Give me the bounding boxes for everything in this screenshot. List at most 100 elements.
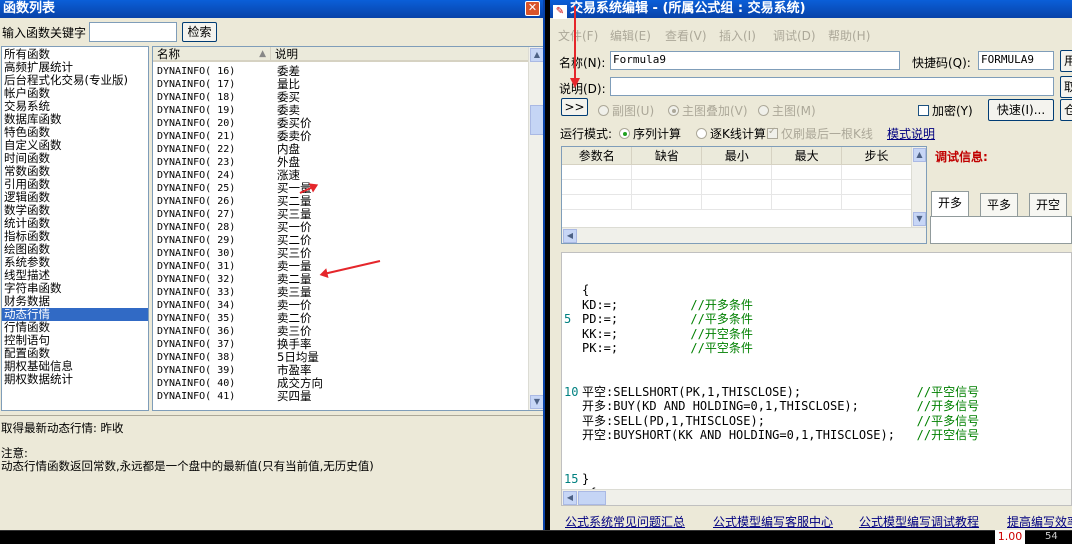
function-row[interactable]: DYNAINFO( 35) 卖二价 bbox=[153, 312, 528, 325]
order-tab[interactable]: 平多 bbox=[980, 193, 1019, 217]
menu-item[interactable]: 调试(D) bbox=[773, 27, 816, 44]
function-row[interactable]: DYNAINFO( 36) 卖三价 bbox=[153, 325, 528, 338]
code-editor[interactable]: {KD:=; //开多条件 5 PD:=; //平多条件 KK:=; //开空条件 PK… bbox=[561, 252, 1072, 506]
encrypt-option[interactable]: 加密(Y) bbox=[918, 102, 973, 119]
function-row[interactable]: DYNAINFO( 34) 卖一价 bbox=[153, 299, 528, 312]
line-number: 15 bbox=[564, 471, 579, 486]
function-row[interactable]: DYNAINFO( 41) 买四量 bbox=[153, 390, 528, 403]
parameter-column-header[interactable]: 缺省 bbox=[631, 147, 703, 165]
side-button-1[interactable]: 用 bbox=[1060, 50, 1072, 72]
function-row[interactable]: DYNAINFO( 17) 量比 bbox=[153, 78, 528, 91]
function-row[interactable]: DYNAINFO( 23) 外盘 bbox=[153, 156, 528, 169]
shortcut-input[interactable]: FORMULA9 bbox=[978, 51, 1054, 70]
seq-calc-radio bbox=[619, 128, 630, 139]
function-row[interactable]: DYNAINFO( 32) 卖二量 bbox=[153, 273, 528, 286]
help-link[interactable]: 公式模型编写调试教程 bbox=[859, 513, 979, 530]
side-button-2[interactable]: 取 bbox=[1060, 76, 1072, 98]
function-row[interactable]: DYNAINFO( 16) 委差 bbox=[153, 65, 528, 78]
scroll-thumb[interactable] bbox=[578, 491, 606, 505]
column-header-name[interactable]: 名称 ▲ bbox=[153, 47, 271, 62]
main-overlay-option[interactable]: 主图叠加(V) bbox=[668, 102, 748, 119]
parameter-table[interactable]: 参数名 缺省 最小 最大 步长 ▲ ▼ ◀ bbox=[561, 146, 927, 244]
menu-item[interactable]: 插入(I) bbox=[719, 27, 756, 44]
expand-button[interactable]: >> bbox=[561, 98, 588, 116]
function-row[interactable]: DYNAINFO( 19) 委卖 bbox=[153, 104, 528, 117]
function-rows: DYNAINFO( 16) 委差 DYNAINFO( 17) 量比 DYNAINFO( … bbox=[153, 65, 528, 410]
name-input[interactable]: Formula9 bbox=[610, 51, 900, 70]
bottom-value-2: 54 bbox=[1045, 531, 1058, 542]
function-row[interactable]: DYNAINFO( 30) 买三价 bbox=[153, 247, 528, 260]
function-row[interactable]: DYNAINFO( 27) 买三量 bbox=[153, 208, 528, 221]
scroll-up-icon[interactable]: ▲ bbox=[530, 48, 543, 62]
function-code: DYNAINFO( 38) bbox=[157, 352, 236, 363]
help-link[interactable]: 公式系统常见问题汇总 bbox=[565, 513, 685, 530]
parameter-scrollbar[interactable]: ▲ ▼ bbox=[911, 147, 926, 227]
code-line: 平多:SELL(PD,1,THISCLOSE); //平多信号 bbox=[582, 414, 979, 429]
function-code: DYNAINFO( 32) bbox=[157, 274, 236, 285]
function-table[interactable]: 名称 ▲ 说明 DYNAINFO( 16) 委差 DYNAINFO( 17) 量比 DYN… bbox=[152, 46, 543, 411]
function-row[interactable]: DYNAINFO( 28) 买一价 bbox=[153, 221, 528, 234]
menu-item[interactable]: 编辑(E) bbox=[610, 27, 651, 44]
search-input[interactable] bbox=[89, 22, 177, 42]
seq-calc-option[interactable]: 序列计算 bbox=[619, 125, 681, 142]
function-row[interactable]: DYNAINFO( 29) 买二价 bbox=[153, 234, 528, 247]
scroll-thumb[interactable] bbox=[530, 105, 543, 135]
function-list-titlebar[interactable]: 函数列表 ✕ bbox=[0, 0, 543, 18]
quick-button[interactable]: 快速(I)... bbox=[988, 99, 1054, 121]
last-bar-label: 仅刷最后一根K线 bbox=[781, 127, 873, 141]
help-link[interactable]: 提高编写效率 bbox=[1007, 513, 1072, 530]
function-code: DYNAINFO( 31) bbox=[157, 261, 236, 272]
bar-calc-option[interactable]: 逐K线计算 bbox=[696, 125, 766, 142]
scroll-left-icon[interactable]: ◀ bbox=[563, 229, 577, 243]
scroll-left-icon[interactable]: ◀ bbox=[563, 491, 577, 505]
function-desc: 买四量 bbox=[277, 389, 312, 403]
menu-item[interactable]: 帮助(H) bbox=[828, 27, 870, 44]
column-header-desc[interactable]: 说明 bbox=[271, 47, 530, 62]
scroll-down-icon[interactable]: ▼ bbox=[530, 395, 543, 409]
code-hscrollbar[interactable]: ◀ bbox=[562, 489, 1071, 505]
side-button-3[interactable]: 仓 bbox=[1060, 99, 1072, 121]
close-icon[interactable]: ✕ bbox=[525, 1, 540, 16]
parameter-hscrollbar[interactable]: ◀ bbox=[562, 227, 926, 243]
parameter-column-header[interactable]: 最大 bbox=[771, 147, 843, 165]
function-row[interactable]: DYNAINFO( 21) 委卖价 bbox=[153, 130, 528, 143]
function-row[interactable]: DYNAINFO( 26) 买二量 bbox=[153, 195, 528, 208]
sub-chart-option[interactable]: 副图(U) bbox=[598, 102, 654, 119]
parameter-column-header[interactable]: 最小 bbox=[701, 147, 773, 165]
function-row[interactable]: DYNAINFO( 40) 成交方向 bbox=[153, 377, 528, 390]
search-button[interactable]: 检索 bbox=[182, 22, 217, 42]
code-text: 平多:SELL(PD,1,THISCLOSE); bbox=[582, 413, 917, 428]
function-row[interactable]: DYNAINFO( 33) 卖三量 bbox=[153, 286, 528, 299]
mode-help-link[interactable]: 模式说明 bbox=[887, 125, 935, 142]
scroll-down-icon[interactable]: ▼ bbox=[913, 212, 926, 226]
editor-titlebar[interactable]: ✎ 交易系统编辑 - (所属公式组 : 交易系统) bbox=[550, 0, 1072, 19]
menu-item[interactable]: 文件(F) bbox=[558, 27, 598, 44]
parameter-column-header[interactable]: 参数名 bbox=[562, 147, 633, 165]
last-bar-option[interactable]: 仅刷最后一根K线 bbox=[767, 125, 873, 142]
function-row[interactable]: DYNAINFO( 37) 换手率 bbox=[153, 338, 528, 351]
search-label: 输入函数关键字 bbox=[2, 26, 87, 40]
help-link[interactable]: 公式模型编写客服中心 bbox=[713, 513, 833, 530]
code-comment: //平空条件 bbox=[690, 341, 753, 355]
main-chart-option[interactable]: 主图(M) bbox=[758, 102, 816, 119]
function-row[interactable]: DYNAINFO( 39) 市盈率 bbox=[153, 364, 528, 377]
function-row[interactable]: DYNAINFO( 20) 委买价 bbox=[153, 117, 528, 130]
order-tab[interactable]: 开空 bbox=[1029, 193, 1068, 217]
category-item[interactable]: 期权数据统计 bbox=[2, 373, 148, 386]
function-row[interactable]: DYNAINFO( 18) 委买 bbox=[153, 91, 528, 104]
function-row[interactable]: DYNAINFO( 38) 5日均量 bbox=[153, 351, 528, 364]
function-row[interactable]: DYNAINFO( 25) 买一量 bbox=[153, 182, 528, 195]
function-row[interactable]: DYNAINFO( 22) 内盘 bbox=[153, 143, 528, 156]
function-row[interactable]: DYNAINFO( 24) 涨速 bbox=[153, 169, 528, 182]
category-list[interactable]: 所有函数 高频扩展统计 后台程式化交易(专业版) 帐户函数 交易系统 数据库函数 特色函数自… bbox=[1, 46, 149, 411]
parameter-column-header[interactable]: 步长 bbox=[841, 147, 912, 165]
scroll-up-icon[interactable]: ▲ bbox=[913, 148, 926, 162]
code-line: 开空:BUYSHORT(KK AND HOLDING=0,1,THISCLOSE… bbox=[582, 428, 979, 443]
app-icon: ✎ bbox=[553, 5, 567, 19]
order-tab[interactable]: 开多 bbox=[931, 191, 970, 217]
function-table-scrollbar[interactable]: ▲ ▼ bbox=[528, 47, 543, 410]
code-line: 开多:BUY(KD AND HOLDING=0,1,THISCLOSE); //… bbox=[582, 399, 979, 414]
column-header-name-label: 名称 bbox=[157, 47, 180, 61]
description-input[interactable] bbox=[610, 77, 1054, 96]
menu-item[interactable]: 查看(V) bbox=[665, 27, 707, 44]
